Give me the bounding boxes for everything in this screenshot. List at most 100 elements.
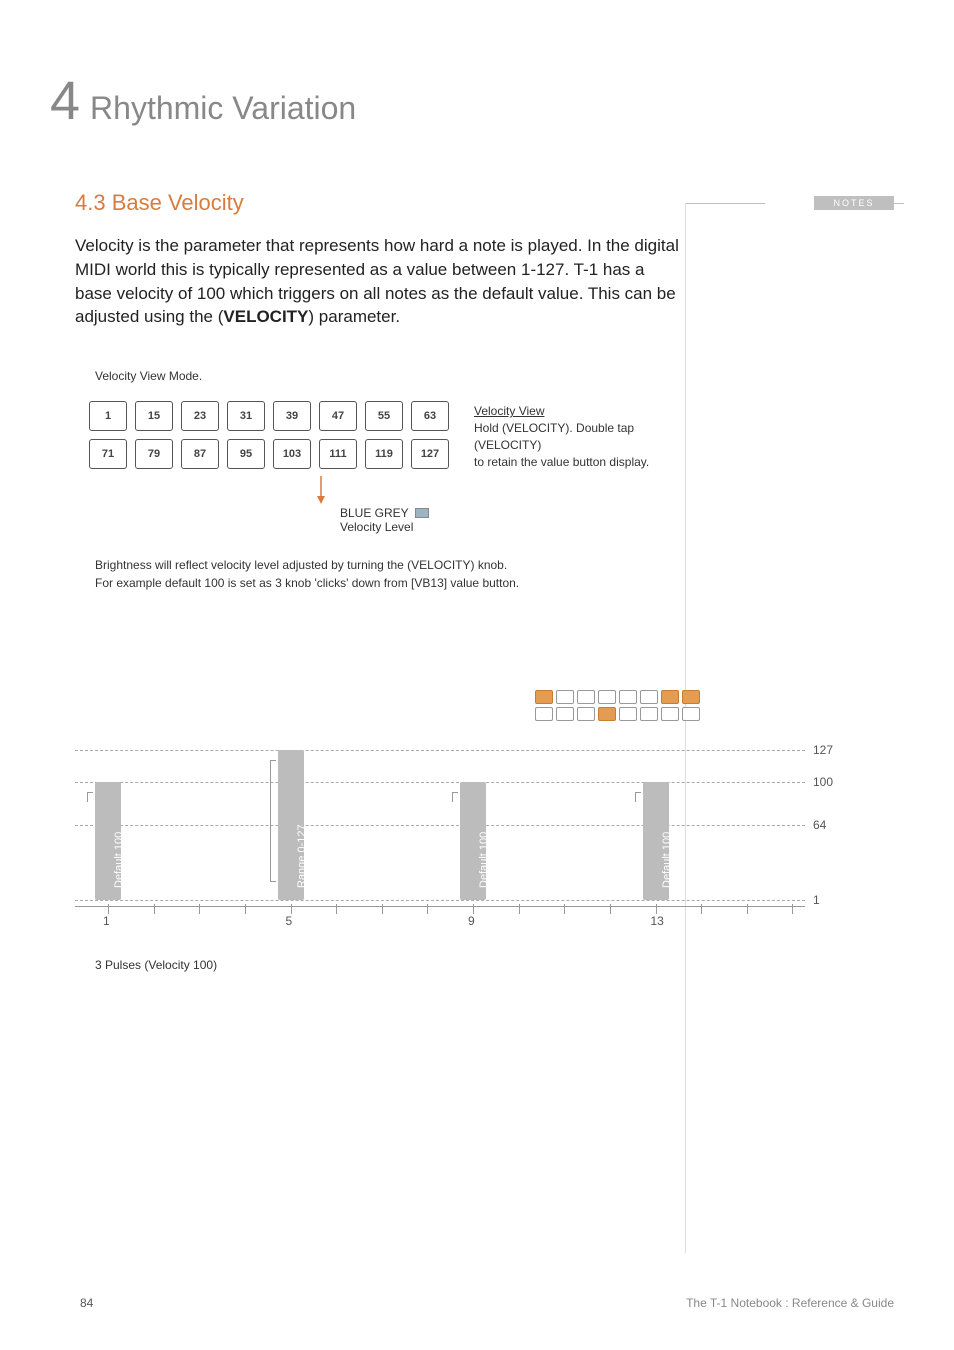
gridline-label: 64	[813, 818, 826, 832]
level-bracket	[452, 792, 458, 802]
velocity-cell: 103	[273, 439, 311, 469]
page-number: 84	[80, 1296, 93, 1310]
led-cell	[556, 707, 574, 721]
x-tick	[519, 904, 520, 914]
explanation-text: Brightness will reflect velocity level a…	[95, 556, 680, 592]
velocity-cell: 71	[89, 439, 127, 469]
chart-bar-label: Default 100	[478, 832, 490, 888]
x-tick-label: 5	[286, 914, 293, 928]
led-cell	[577, 707, 595, 721]
body-paragraph: Velocity is the parameter that represent…	[75, 234, 680, 329]
velocity-cell: 111	[319, 439, 357, 469]
color-swatch-blue-grey	[415, 508, 429, 518]
velocity-cell: 47	[319, 401, 357, 431]
gridline-label: 127	[813, 743, 833, 757]
explain-line: Brightness will reflect velocity level a…	[95, 556, 680, 574]
gridline	[75, 900, 805, 901]
explain-line: For example default 100 is set as 3 knob…	[95, 574, 680, 592]
velocity-cell: 127	[411, 439, 449, 469]
velocity-cell: 31	[227, 401, 265, 431]
gridline-label: 100	[813, 775, 833, 789]
legend-label: BLUE GREY	[340, 506, 409, 520]
velocity-grid-block: 1 15 23 31 39 47 55 63 71 79 87 95 103 1…	[75, 401, 680, 470]
led-cell	[619, 707, 637, 721]
x-tick	[610, 904, 611, 914]
x-tick	[291, 904, 292, 914]
velocity-chart: 127 100 64 1 Default 100 Range 0-127 Default 1…	[75, 740, 845, 950]
led-cell	[577, 690, 595, 704]
x-tick-label: 13	[651, 914, 664, 928]
velocity-cell: 119	[365, 439, 403, 469]
led-cell	[640, 707, 658, 721]
x-tick	[792, 904, 793, 914]
x-tick	[427, 904, 428, 914]
gridline	[75, 750, 805, 751]
led-cell	[682, 707, 700, 721]
velocity-view-line: Hold (VELOCITY). Double tap (VELOCITY)	[474, 420, 680, 454]
led-cell	[535, 707, 553, 721]
legend: BLUE GREY Velocity Level	[340, 506, 680, 534]
velocity-cell: 63	[411, 401, 449, 431]
led-cell	[619, 690, 637, 704]
led-display	[75, 690, 845, 721]
notes-label: NOTES	[833, 198, 874, 208]
led-cell	[598, 707, 616, 721]
velocity-grid-row: 71 79 87 95 103 111 119 127	[89, 439, 449, 469]
chart-caption: 3 Pulses (Velocity 100)	[95, 958, 217, 972]
velocity-cell: 79	[135, 439, 173, 469]
velocity-cell: 23	[181, 401, 219, 431]
led-cell	[535, 690, 553, 704]
body-text-velocity: VELOCITY	[223, 307, 308, 326]
x-tick	[656, 904, 657, 914]
x-tick	[245, 904, 246, 914]
velocity-view-line: to retain the value button display.	[474, 454, 680, 471]
gridline	[75, 825, 805, 826]
chart-bar-label: Default 100	[661, 832, 673, 888]
chapter-header: 4 Rhythmic Variation	[50, 70, 356, 132]
x-tick	[382, 904, 383, 914]
velocity-grid: 1 15 23 31 39 47 55 63 71 79 87 95 103 1…	[89, 401, 449, 469]
x-tick	[473, 904, 474, 914]
x-tick-label: 9	[468, 914, 475, 928]
velocity-view-title: Velocity View	[474, 403, 680, 420]
velocity-view-description: Velocity View Hold (VELOCITY). Double ta…	[474, 401, 680, 470]
velocity-cell: 39	[273, 401, 311, 431]
x-tick	[336, 904, 337, 914]
range-bracket	[270, 760, 276, 882]
x-tick	[701, 904, 702, 914]
section-heading: 4.3 Base Velocity	[75, 190, 680, 216]
body-text-c: ) parameter.	[308, 307, 400, 326]
level-bracket	[87, 792, 93, 802]
led-row	[535, 707, 845, 721]
x-tick	[154, 904, 155, 914]
chart-bar-label: Default 100	[113, 832, 125, 888]
x-tick	[564, 904, 565, 914]
led-row	[535, 690, 845, 704]
x-tick	[108, 904, 109, 914]
led-cell	[661, 690, 679, 704]
x-tick-label: 1	[103, 914, 110, 928]
velocity-cell: 55	[365, 401, 403, 431]
x-tick	[199, 904, 200, 914]
led-cell	[682, 690, 700, 704]
notes-divider	[685, 203, 686, 1253]
notes-rule-right	[894, 203, 904, 204]
led-cell	[661, 707, 679, 721]
led-cell	[640, 690, 658, 704]
chart-bar-label: Range 0-127	[296, 824, 308, 888]
book-title: The T-1 Notebook : Reference & Guide	[686, 1296, 894, 1310]
velocity-cell: 15	[135, 401, 173, 431]
gridline	[75, 782, 805, 783]
legend-sublabel: Velocity Level	[340, 520, 680, 534]
chapter-title: Rhythmic Variation	[90, 90, 356, 127]
notes-rule-left	[685, 203, 765, 204]
velocity-cell: 95	[227, 439, 265, 469]
chapter-number: 4	[50, 70, 80, 132]
arrow-down-icon	[315, 476, 680, 504]
velocity-mode-label: Velocity View Mode.	[95, 369, 680, 383]
led-cell	[556, 690, 574, 704]
gridline-label: 1	[813, 893, 820, 907]
notes-tab: NOTES	[814, 196, 894, 210]
velocity-cell: 1	[89, 401, 127, 431]
velocity-cell: 87	[181, 439, 219, 469]
